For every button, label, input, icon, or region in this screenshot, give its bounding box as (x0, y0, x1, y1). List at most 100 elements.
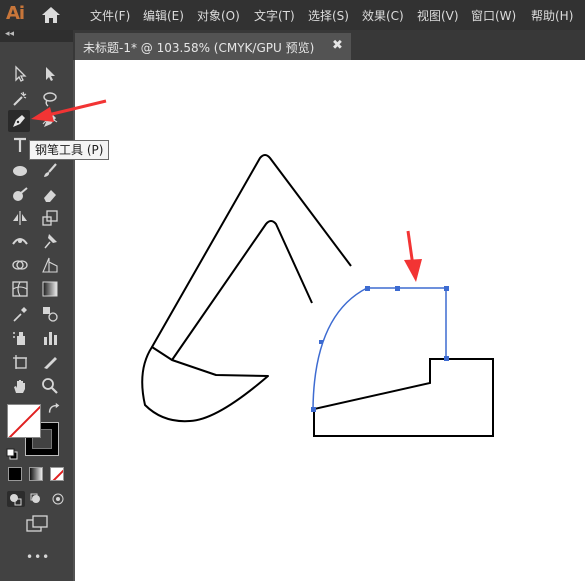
ellipse-tool[interactable] (9, 160, 31, 182)
default-colors-button[interactable] (6, 445, 18, 460)
menu-type[interactable]: 文字(T) (254, 7, 295, 24)
draw-behind-button[interactable] (28, 491, 46, 507)
blend-tool[interactable] (39, 303, 61, 325)
home-icon (42, 7, 60, 23)
anchor-point[interactable] (444, 356, 449, 361)
menu-select[interactable]: 选择(S) (308, 7, 349, 24)
document-tab[interactable]: 未标题-1* @ 103.58% (CMYK/GPU 预览) ✖ (75, 33, 351, 60)
annotation-arrow-down (404, 230, 422, 282)
reflect-tool[interactable] (9, 207, 31, 229)
mesh-icon (12, 281, 28, 297)
eyedropper-tool[interactable] (9, 303, 31, 325)
ellipse-icon (13, 166, 27, 176)
shape-builder-icon (12, 260, 28, 270)
arm-outer-path[interactable] (151, 154, 352, 348)
hand-icon (14, 380, 25, 393)
paintbrush-icon (44, 163, 57, 177)
artboard-tool[interactable] (9, 351, 31, 373)
shaper-icon (13, 187, 28, 201)
draw-normal-button[interactable] (7, 491, 25, 507)
symbol-sprayer-tool[interactable] (9, 327, 31, 349)
mesh-tool[interactable] (9, 278, 31, 300)
gradient-icon (42, 281, 58, 297)
menu-file[interactable]: 文件(F) (90, 7, 130, 24)
gradient-tool[interactable] (39, 278, 61, 300)
gradient-mode-button[interactable] (29, 467, 43, 481)
anchor-point[interactable] (365, 286, 370, 291)
screen-mode-icon (26, 515, 48, 532)
edit-toolbar-button[interactable]: ••• (26, 550, 50, 564)
artboard-icon (13, 355, 27, 369)
perspective-grid-tool[interactable] (39, 254, 61, 276)
default-colors-icon (6, 448, 18, 460)
fill-swatch[interactable] (7, 404, 41, 438)
menu-view[interactable]: 视图(V) (417, 7, 459, 24)
blend-icon (43, 307, 58, 322)
menu-bar: Ai 文件(F) 编辑(E) 对象(O) 文字(T) 选择(S) 效果(C) 视… (0, 0, 585, 30)
pin-icon (44, 234, 57, 249)
pen-tool-tooltip: 钢笔工具 (P) (29, 140, 110, 160)
none-slash-icon (52, 469, 63, 480)
zoom-tool[interactable] (39, 375, 61, 397)
app-logo: Ai (6, 3, 25, 24)
swap-arrow-icon (48, 402, 60, 413)
menu-object[interactable]: 对象(O) (197, 7, 240, 24)
document-tab-bar: 未标题-1* @ 103.58% (CMYK/GPU 预览) ✖ (73, 30, 585, 60)
pen-nib-icon (13, 115, 25, 127)
column-graph-tool[interactable] (39, 327, 61, 349)
direct-selection-tool[interactable] (39, 63, 61, 85)
hand-tool[interactable] (9, 375, 31, 397)
magic-wand-icon (13, 91, 27, 106)
reflect-icon (13, 211, 27, 225)
arm-inner-path[interactable] (171, 220, 313, 361)
eraser-tool[interactable] (39, 184, 61, 206)
none-slash-icon (8, 405, 40, 437)
type-t-icon (14, 137, 26, 152)
menu-help[interactable]: 帮助(H) (531, 7, 573, 24)
artwork (141, 154, 494, 437)
anchor-point[interactable] (311, 407, 316, 412)
scale-tool[interactable] (39, 207, 61, 229)
annotation-arrow-left (31, 99, 107, 122)
anchor-point[interactable] (395, 286, 400, 291)
selection-tool[interactable] (9, 63, 31, 85)
document-tab-title: 未标题-1* @ 103.58% (CMYK/GPU 预览) (83, 41, 315, 55)
draw-normal-icon (10, 494, 22, 506)
width-icon (12, 238, 28, 245)
menu-edit[interactable]: 编辑(E) (143, 7, 184, 24)
shape-builder-tool[interactable] (9, 254, 31, 276)
scale-icon (42, 210, 58, 226)
type-tool[interactable] (9, 134, 31, 156)
menu-effect[interactable]: 效果(C) (362, 7, 404, 24)
swap-colors-button[interactable] (46, 402, 62, 418)
selected-pen-path[interactable] (312, 287, 447, 410)
paintbrush-tool[interactable] (39, 160, 61, 182)
screen-mode-button[interactable] (24, 515, 50, 533)
magnifier-icon (42, 378, 58, 394)
none-mode-button[interactable] (50, 467, 64, 481)
slice-knife-icon (44, 357, 57, 369)
draw-inside-icon (52, 493, 64, 505)
draw-inside-button[interactable] (49, 491, 67, 507)
selection-arrow-icon (15, 65, 27, 82)
width-tool[interactable] (9, 230, 31, 252)
color-mode-button[interactable] (8, 467, 22, 481)
pen-tool[interactable] (8, 110, 30, 132)
direct-selection-arrow-icon (46, 67, 55, 81)
bucket-path[interactable] (141, 346, 269, 423)
home-button[interactable] (40, 5, 64, 25)
menu-window[interactable]: 窗口(W) (471, 7, 516, 24)
draw-behind-icon (30, 493, 40, 503)
eyedropper-icon (13, 307, 27, 322)
artboard-canvas[interactable] (75, 60, 585, 581)
collapse-icon[interactable]: ◂◂ (5, 29, 14, 39)
shaper-tool[interactable] (9, 184, 31, 206)
anchor-point[interactable] (319, 340, 323, 344)
perspective-grid-icon (42, 257, 58, 273)
anchor-point[interactable] (444, 286, 449, 291)
slice-tool[interactable] (39, 351, 61, 373)
close-tab-button[interactable]: ✖ (332, 38, 343, 53)
body-path[interactable] (313, 358, 494, 437)
puppet-warp-tool[interactable] (39, 230, 61, 252)
tools-panel-header: ◂◂ (0, 29, 73, 42)
